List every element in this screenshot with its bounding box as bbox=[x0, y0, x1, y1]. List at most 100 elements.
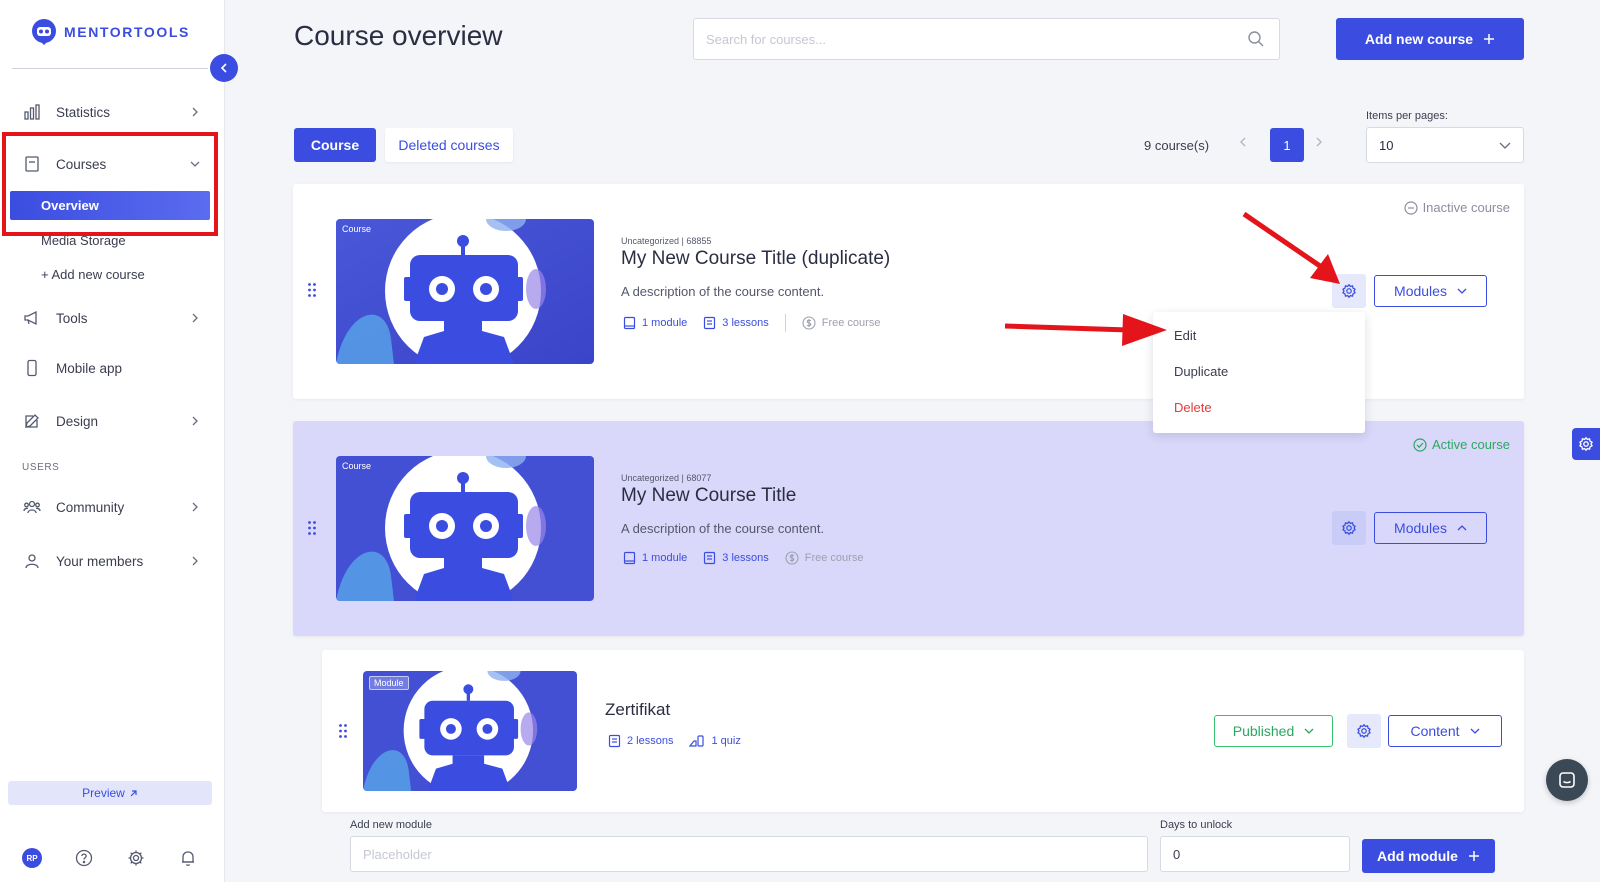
module-thumbnail[interactable]: Module bbox=[363, 671, 577, 791]
stat-lessons-label: 2 lessons bbox=[627, 735, 674, 747]
chevron-right-icon bbox=[190, 416, 200, 426]
search-box bbox=[693, 18, 1280, 60]
course-settings-button[interactable] bbox=[1332, 511, 1366, 545]
chevron-down-icon bbox=[1470, 728, 1479, 734]
stat-lessons[interactable]: 2 lessons bbox=[608, 734, 673, 748]
course-settings-button[interactable] bbox=[1332, 274, 1366, 308]
items-per-page-value: 10 bbox=[1379, 137, 1394, 153]
stat-modules[interactable]: 1 module bbox=[623, 551, 687, 565]
bell-icon[interactable] bbox=[178, 848, 198, 868]
chat-launcher-button[interactable] bbox=[1546, 759, 1588, 801]
add-module-button[interactable]: Add module bbox=[1362, 839, 1495, 873]
module-icon bbox=[623, 551, 636, 565]
help-icon[interactable] bbox=[74, 848, 94, 868]
module-icon bbox=[623, 316, 636, 330]
course-title[interactable]: My New Course Title bbox=[621, 485, 796, 507]
items-per-page-select[interactable]: 10 bbox=[1366, 127, 1524, 163]
days-to-unlock-input[interactable] bbox=[1160, 836, 1350, 872]
chevron-right-icon bbox=[190, 107, 200, 117]
items-per-page-label: Items per pages: bbox=[1366, 110, 1448, 122]
course-title[interactable]: My New Course Title (duplicate) bbox=[621, 248, 890, 270]
stat-modules[interactable]: 1 module bbox=[623, 316, 687, 330]
preview-button[interactable]: Preview bbox=[8, 781, 212, 805]
sidebar-item-community[interactable]: Community bbox=[22, 495, 200, 519]
robot-logo-icon bbox=[32, 19, 56, 45]
add-module-button-label: Add module bbox=[1377, 848, 1458, 864]
sidebar-item-mobile-app[interactable]: Mobile app bbox=[22, 356, 200, 380]
course-description: A description of the course content. bbox=[621, 521, 825, 536]
sidebar: MENTORTOOLS Statistics Courses Overview … bbox=[0, 0, 225, 882]
gear-icon[interactable] bbox=[126, 848, 146, 868]
external-link-icon bbox=[130, 789, 137, 796]
sidebar-item-statistics[interactable]: Statistics bbox=[22, 100, 200, 124]
published-status-dropdown[interactable]: Published bbox=[1214, 715, 1333, 747]
stat-lessons[interactable]: 3 lessons bbox=[703, 551, 769, 565]
bar-chart-icon bbox=[22, 102, 42, 122]
add-new-course-label: Add new course bbox=[1364, 31, 1474, 47]
menu-item-delete[interactable]: Delete bbox=[1174, 400, 1212, 415]
sidebar-item-your-members[interactable]: Your members bbox=[22, 549, 200, 573]
stat-lessons[interactable]: 3 lessons bbox=[703, 316, 769, 330]
minus-circle-icon bbox=[1403, 200, 1418, 215]
sidebar-subitem-media-storage[interactable]: Media Storage bbox=[41, 233, 126, 248]
course-stats: 1 module 3 lessons Free course bbox=[623, 551, 879, 565]
sidebar-item-tools[interactable]: Tools bbox=[22, 306, 200, 330]
avatar[interactable]: RP bbox=[22, 848, 42, 868]
add-module-input[interactable] bbox=[350, 836, 1148, 872]
thumbnail-tag: Module bbox=[369, 676, 409, 690]
stat-modules-label: 1 module bbox=[642, 317, 688, 329]
user-icon bbox=[22, 551, 42, 571]
book-icon bbox=[22, 154, 42, 174]
robot-illustration-icon bbox=[336, 456, 594, 601]
sidebar-item-label: Mobile app bbox=[56, 360, 123, 376]
sidebar-subitem-add-new-course[interactable]: + Add new course bbox=[41, 267, 145, 282]
chevron-left-icon bbox=[220, 63, 227, 73]
sidebar-item-label: Community bbox=[56, 499, 125, 515]
stat-price: Free course bbox=[802, 316, 880, 330]
tab-deleted-courses[interactable]: Deleted courses bbox=[385, 128, 513, 162]
module-title[interactable]: Zertifikat bbox=[605, 700, 670, 720]
chevron-down-icon bbox=[190, 159, 200, 169]
pagination-next-icon[interactable] bbox=[1314, 136, 1324, 148]
lesson-icon bbox=[608, 734, 621, 748]
pagination-page-current[interactable]: 1 bbox=[1270, 128, 1304, 162]
quiz-icon bbox=[689, 735, 705, 747]
chevron-up-icon bbox=[1457, 525, 1467, 531]
megaphone-icon bbox=[22, 308, 42, 328]
phone-icon bbox=[22, 358, 42, 378]
drag-handle-icon[interactable] bbox=[307, 282, 317, 298]
sidebar-item-courses[interactable]: Courses bbox=[22, 152, 200, 176]
drag-handle-icon[interactable] bbox=[338, 723, 348, 739]
modules-dropdown-button[interactable]: Modules bbox=[1374, 512, 1487, 544]
gear-icon bbox=[1357, 723, 1371, 739]
course-thumbnail[interactable]: Course bbox=[336, 456, 594, 601]
search-input[interactable] bbox=[694, 19, 1214, 59]
menu-item-duplicate[interactable]: Duplicate bbox=[1174, 364, 1228, 379]
modules-dropdown-button[interactable]: Modules bbox=[1374, 275, 1487, 307]
course-status: Active course bbox=[1413, 437, 1510, 452]
content-dropdown-button[interactable]: Content bbox=[1388, 715, 1502, 747]
sidebar-collapse-button[interactable] bbox=[210, 54, 238, 82]
drag-handle-icon[interactable] bbox=[307, 520, 317, 536]
add-new-course-button[interactable]: Add new course bbox=[1336, 18, 1524, 60]
menu-item-edit[interactable]: Edit bbox=[1174, 328, 1196, 343]
course-status-label: Active course bbox=[1431, 437, 1510, 452]
chevron-down-icon bbox=[1457, 288, 1467, 294]
lesson-icon bbox=[704, 316, 716, 330]
sidebar-subitem-overview[interactable]: Overview bbox=[10, 191, 210, 220]
course-description: A description of the course content. bbox=[621, 284, 825, 299]
chevron-right-icon bbox=[190, 556, 200, 566]
tab-course[interactable]: Course bbox=[294, 128, 376, 162]
floating-settings-button[interactable] bbox=[1572, 428, 1600, 460]
stat-quiz[interactable]: 1 quiz bbox=[689, 734, 741, 748]
gear-icon bbox=[1342, 283, 1356, 299]
search-icon[interactable] bbox=[1247, 30, 1265, 48]
plus-icon bbox=[1468, 851, 1479, 861]
course-thumbnail[interactable]: Course bbox=[336, 219, 594, 364]
module-card[interactable]: Module Zertifikat 2 lessons 1 quiz Publi… bbox=[322, 650, 1524, 812]
sidebar-item-design[interactable]: Design bbox=[22, 409, 200, 433]
pagination-prev-icon[interactable] bbox=[1238, 136, 1248, 148]
app-logo[interactable]: MENTORTOOLS bbox=[30, 18, 190, 46]
module-settings-button[interactable] bbox=[1347, 714, 1381, 748]
course-card[interactable]: Course Uncategorized | 68077 My New Cour… bbox=[293, 421, 1524, 636]
